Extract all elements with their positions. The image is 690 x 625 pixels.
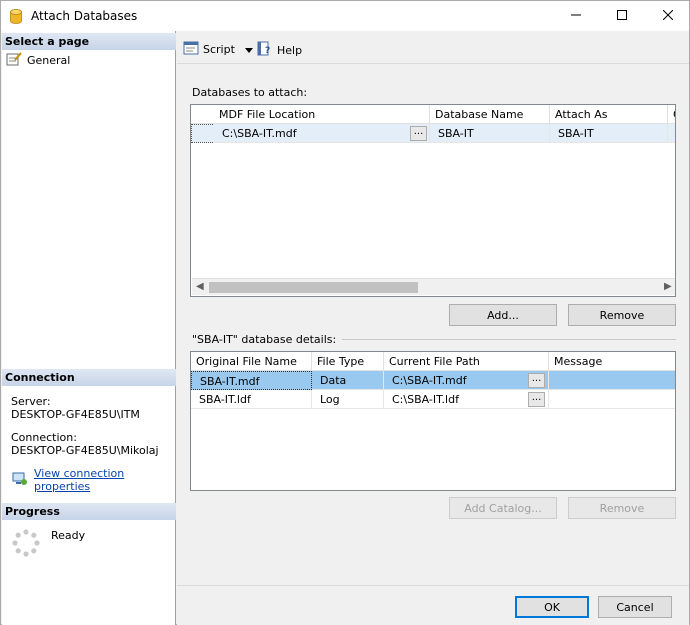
table-row-original-file-name[interactable]: SBA-IT.mdf	[191, 371, 312, 390]
remove-database-button[interactable]: Remove	[568, 304, 676, 326]
table-row-mdf-location[interactable]: C:\SBA-IT.mdf	[214, 124, 430, 143]
group-divider	[342, 339, 676, 340]
browse-log-file-button[interactable]: ...	[528, 392, 545, 407]
connection-value: DESKTOP-GF4E85U\Mikolaj	[11, 444, 159, 457]
remove-file-button[interactable]: Remove	[568, 497, 676, 519]
databases-grid[interactable]: MDF File Location Database Name Attach A…	[190, 104, 676, 297]
title-bar: Attach Databases	[1, 1, 689, 31]
maximize-icon	[617, 9, 627, 23]
script-button[interactable]: Script	[183, 41, 253, 58]
database-details-grid[interactable]: Original File Name File Type Current Fil…	[190, 351, 676, 491]
column-header[interactable]: Current File Path	[384, 352, 549, 371]
maximize-button[interactable]	[599, 1, 645, 31]
minimize-button[interactable]	[553, 1, 599, 31]
progress-spinner-icon	[11, 528, 41, 561]
attach-databases-dialog: Attach Databases Select a page General C…	[0, 0, 690, 625]
column-header[interactable]: File Type	[312, 352, 384, 371]
table-row-file-type[interactable]: Log	[312, 390, 384, 409]
column-header[interactable]: MDF File Location	[214, 105, 430, 124]
view-connection-properties-link[interactable]: View connection properties	[12, 467, 175, 493]
add-button[interactable]: Add...	[449, 304, 557, 326]
scrollbar-thumb[interactable]	[209, 282, 418, 293]
progress-header: Progress	[2, 503, 176, 520]
scroll-left-arrow[interactable]: ◀	[196, 281, 204, 292]
row-selector[interactable]	[191, 124, 215, 143]
table-row-current-file-path[interactable]: C:\SBA-IT.mdf	[384, 371, 549, 390]
server-value: DESKTOP-GF4E85U\ITM	[11, 408, 140, 421]
column-header[interactable]: Original File Name	[191, 352, 312, 371]
table-row-database-name[interactable]: SBA-IT	[430, 124, 550, 143]
column-header[interactable]: Attach As	[550, 105, 668, 124]
window-title: Attach Databases	[31, 9, 138, 23]
ok-button[interactable]: OK	[515, 596, 589, 618]
svg-text:?: ?	[265, 46, 270, 56]
column-header[interactable]: Message	[549, 352, 675, 371]
view-connection-properties-label: View connection properties	[34, 467, 125, 493]
help-label: Help	[277, 43, 303, 57]
footer: OK Cancel	[177, 585, 689, 625]
general-page-icon	[6, 52, 22, 69]
help-button[interactable]: ? Help	[257, 41, 302, 59]
connection-label: Connection:	[11, 431, 77, 444]
database-icon	[10, 9, 22, 24]
content-area: Databases to attach: MDF File Location D…	[177, 65, 689, 585]
table-row-owner[interactable]	[668, 124, 675, 143]
page-item-general[interactable]: General	[6, 52, 70, 69]
database-details-label: "SBA-IT" database details:	[192, 333, 676, 346]
row-header-corner	[191, 105, 215, 124]
table-row-message	[549, 390, 675, 409]
scroll-right-arrow[interactable]: ▶	[664, 281, 672, 292]
connection-header: Connection	[2, 369, 176, 386]
minimize-icon	[571, 10, 581, 23]
databases-to-attach-label: Databases to attach:	[192, 86, 307, 99]
table-row-attach-as[interactable]: SBA-IT	[550, 124, 668, 143]
browse-data-file-button[interactable]: ...	[528, 373, 545, 388]
progress-area: Ready	[11, 528, 85, 561]
server-label: Server:	[11, 395, 51, 408]
table-row-message	[549, 371, 675, 390]
help-icon: ?	[257, 41, 273, 59]
script-label: Script	[203, 43, 235, 56]
databases-to-attach-text: Databases to attach:	[192, 86, 308, 99]
database-details-text: "SBA-IT" database details:	[192, 333, 337, 346]
page-item-label: General	[27, 54, 71, 67]
column-header[interactable]: O	[668, 105, 675, 124]
close-icon	[662, 9, 674, 23]
left-pane: Select a page General Connection Server:…	[2, 31, 176, 625]
table-row-original-file-name[interactable]: SBA-IT.ldf	[191, 390, 312, 409]
progress-status: Ready	[51, 529, 86, 542]
connection-properties-icon	[12, 472, 28, 489]
select-page-header: Select a page	[2, 33, 176, 50]
column-header[interactable]: Database Name	[430, 105, 550, 124]
script-icon	[183, 41, 199, 58]
table-row-current-file-path[interactable]: C:\SBA-IT.ldf	[384, 390, 549, 409]
browse-mdf-button[interactable]: ...	[410, 126, 427, 141]
dropdown-arrow-icon[interactable]	[244, 43, 253, 56]
close-button[interactable]	[645, 1, 690, 31]
horizontal-scrollbar[interactable]: ◀ ▶	[192, 278, 675, 295]
toolbar: Script ? Help	[177, 32, 689, 64]
add-catalog-button[interactable]: Add Catalog...	[449, 497, 557, 519]
cancel-button[interactable]: Cancel	[598, 596, 672, 618]
table-row-file-type[interactable]: Data	[312, 371, 384, 390]
